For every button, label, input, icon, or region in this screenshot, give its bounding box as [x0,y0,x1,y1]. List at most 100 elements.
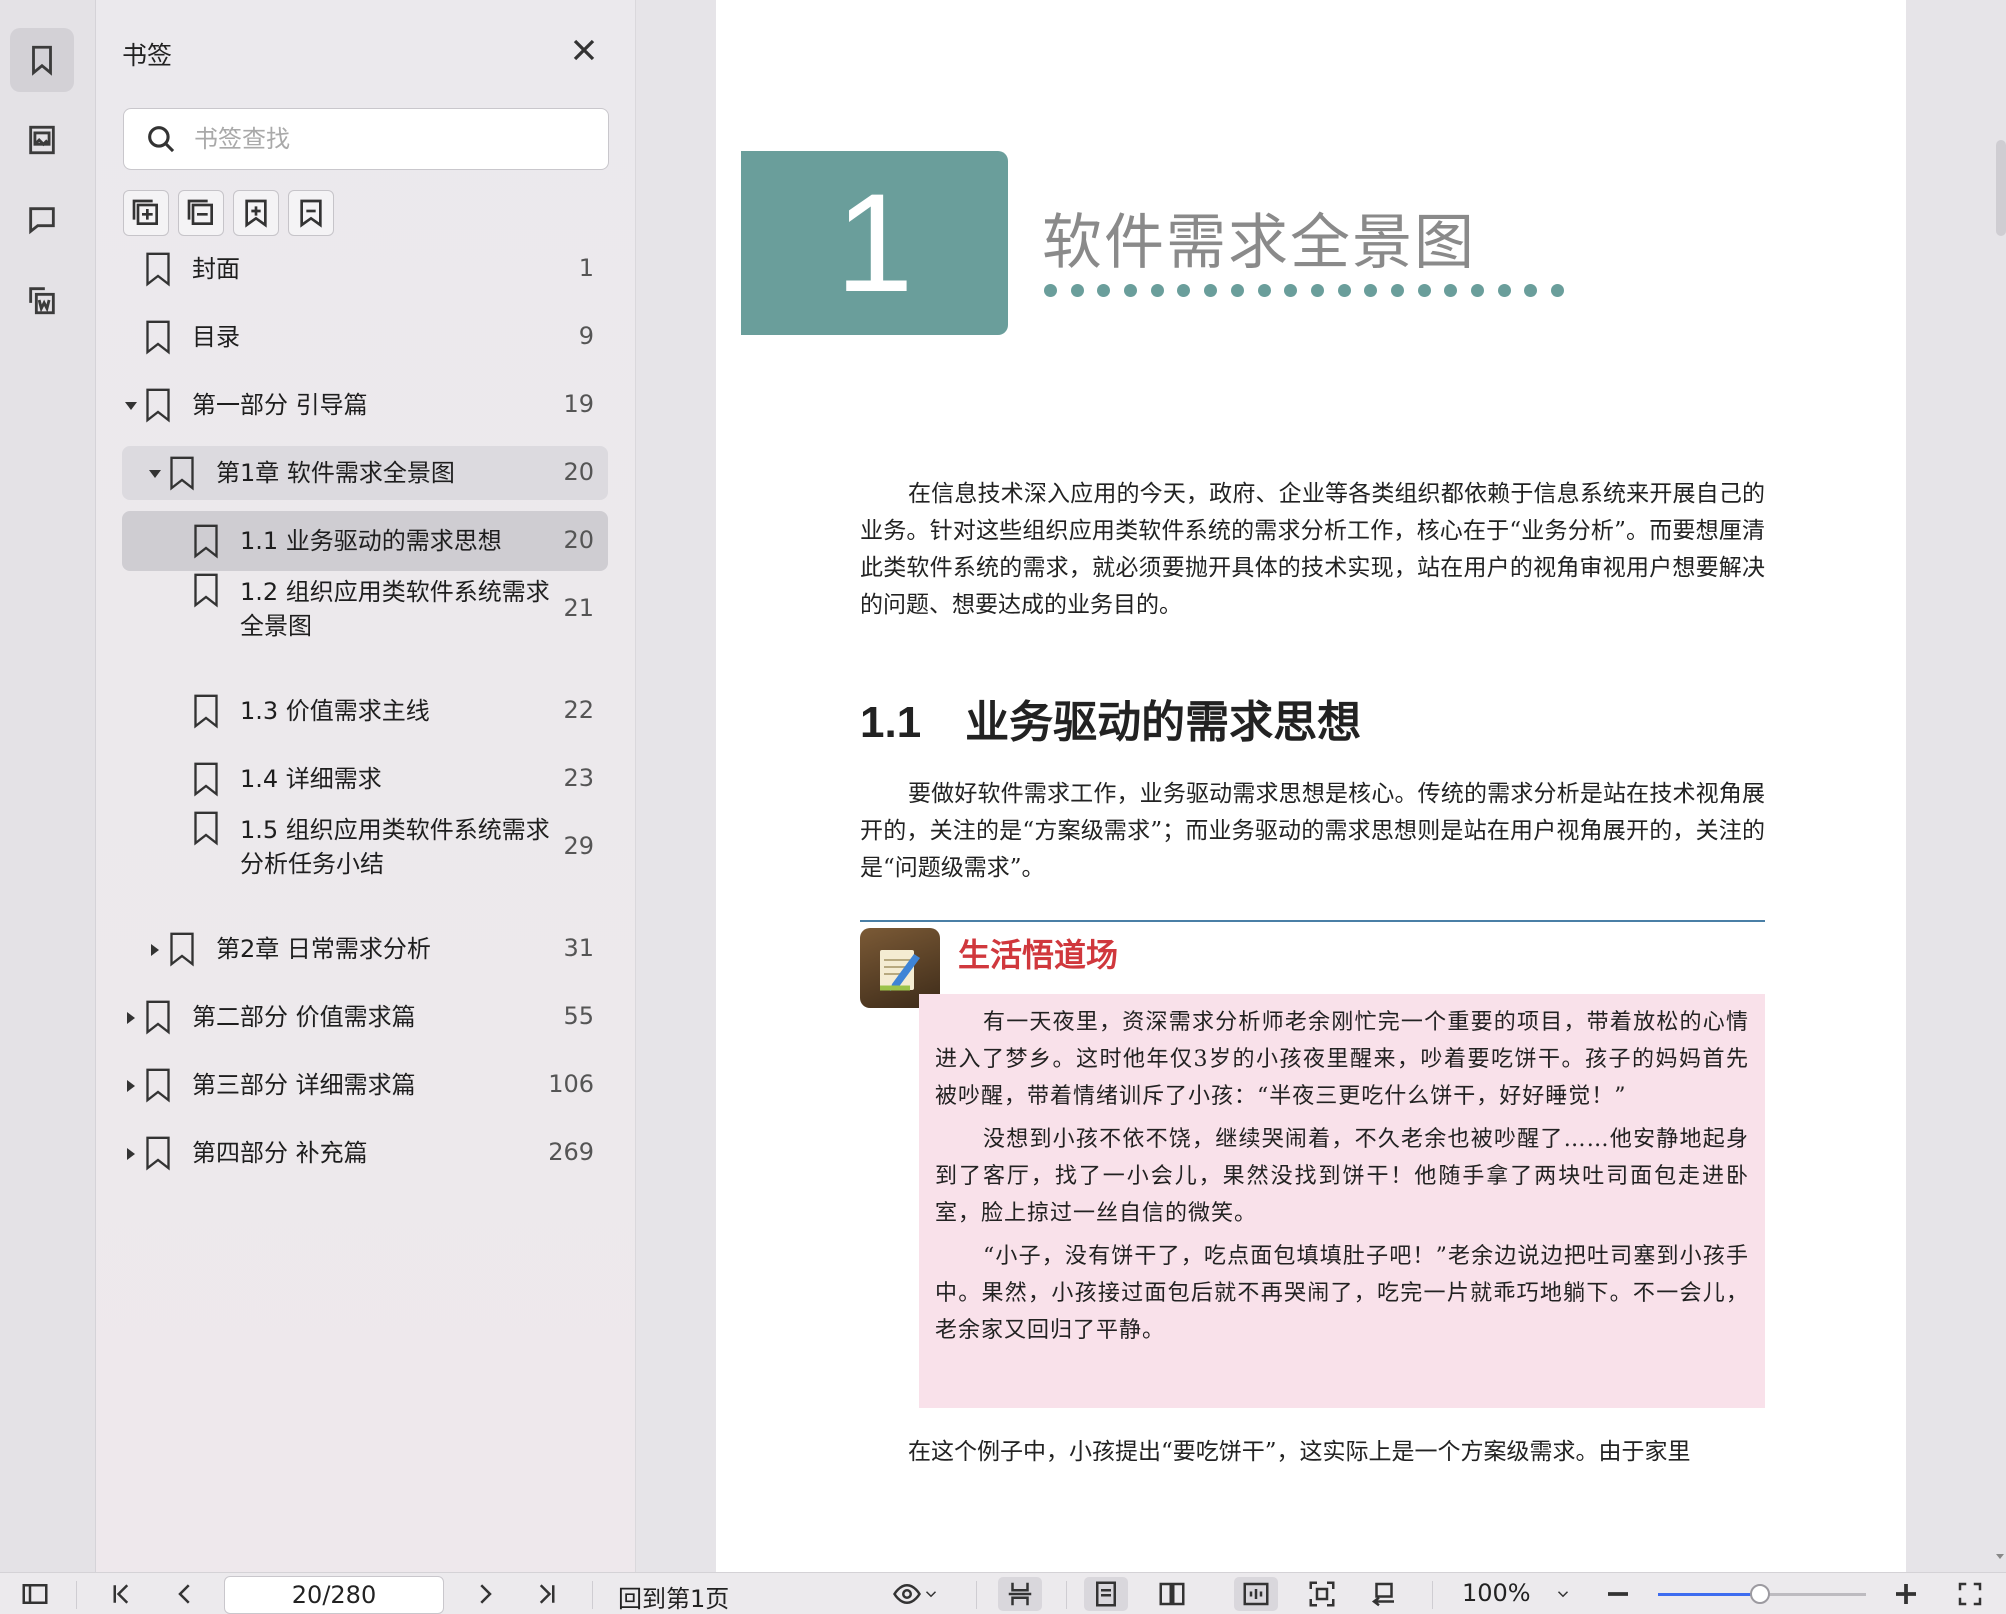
bookmark-icon [144,319,172,355]
dot [1310,284,1324,297]
bookmark-item[interactable]: 第二部分 价值需求篇 55 [122,990,608,1044]
close-panel-button[interactable] [566,32,602,68]
bookmark-label: 第一部分 引导篇 [192,391,368,419]
bookmark-page-number: 55 [563,1002,594,1030]
bookmark-item[interactable]: 第三部分 详细需求篇 106 [122,1058,608,1112]
dot [1524,284,1538,297]
collapse-all-button[interactable] [178,190,224,236]
chapter-dots-decoration [1044,284,1565,297]
first-page-button[interactable] [104,1577,138,1611]
caret-down-icon[interactable] [124,398,138,412]
next-page-button[interactable] [468,1577,502,1611]
caret-right-icon[interactable] [148,942,162,956]
search-icon [148,126,175,153]
dot [1204,284,1218,297]
separator [592,1581,593,1609]
caret-right-icon[interactable] [124,1146,138,1160]
prev-page-button[interactable] [168,1577,202,1611]
rotate-page-button[interactable] [1362,1577,1406,1611]
dot [1444,284,1458,297]
toggle-sidebar-button[interactable] [18,1577,52,1611]
bookmark-page-number: 19 [563,390,594,418]
bookmark-icon [192,572,220,608]
zoom-in-button[interactable] [1888,1577,1924,1611]
bookmark-item[interactable]: 第一部分 引导篇 19 [122,378,608,432]
bookmark-page-number: 269 [548,1138,594,1166]
single-page-button[interactable] [1084,1577,1128,1611]
continuous-scroll-button[interactable] [998,1577,1042,1611]
single-page-icon [1096,1581,1116,1607]
bookmark-search-input[interactable] [194,125,594,153]
double-page-button[interactable] [1150,1577,1194,1611]
last-page-button[interactable] [530,1577,564,1611]
bookmark-page-number: 106 [548,1070,594,1098]
minus-icon [1608,1592,1628,1596]
separator [76,1581,77,1609]
first-page-icon [113,1584,129,1604]
bookmark-icon [144,387,172,423]
page-number-input[interactable]: 20/280 [224,1576,444,1614]
bookmark-page-number: 1 [578,254,594,282]
convert-panel-button[interactable] [10,268,74,332]
box-title: 生活悟道场 [958,937,1119,973]
bookmark-item[interactable]: 第2章 日常需求分析 31 [122,922,608,976]
zoom-dropdown[interactable] [1548,1577,1578,1611]
bookmark-icon [192,761,220,797]
bookmark-page-number: 20 [563,458,594,486]
double-page-icon [1159,1582,1185,1606]
bookmark-item[interactable]: 目录 9 [122,310,608,364]
bookmark-search[interactable] [123,108,609,170]
bookmark-item[interactable]: 1.2 组织应用类软件系统需求 全景图 21 [122,566,608,652]
caret-right-icon[interactable] [124,1010,138,1024]
bookmark-label: 1.2 组织应用类软件系统需求 全景图 [240,578,550,640]
bookmark-page-number: 29 [563,832,594,860]
panel-title: 书签 [122,41,173,70]
add-bookmark-button[interactable] [233,190,279,236]
bookmark-item[interactable]: 1.4 详细需求 23 [122,752,608,806]
bookmark-icon [32,45,52,76]
bookmark-item[interactable]: 1.5 组织应用类软件系统需求 分析任务小结 29 [122,804,608,890]
fit-page-button[interactable] [1300,1577,1344,1611]
fit-width-button[interactable] [1234,1577,1278,1611]
bookmark-label: 目录 [192,323,240,351]
bookmark-panel-button[interactable] [10,28,74,92]
story-paragraph-2: 没想到小孩不依不饶，继续哭闹着，不久老余也被吵醒了……他安静地起身到了客厅，找了… [935,1127,1749,1226]
bookmark-item[interactable]: 封面 1 [122,242,608,296]
dot [1471,284,1484,297]
scroll-down-arrow[interactable] [1994,1548,2006,1562]
fullscreen-button[interactable] [1952,1577,1988,1611]
story-box: 有一天夜里，资深需求分析师老余刚忙完一个重要的项目，带着放松的心情进入了梦乡。这… [919,994,1765,1408]
back-to-first-page-link[interactable]: 回到第1页 [618,1579,729,1614]
zoom-slider-handle[interactable] [1749,1584,1770,1604]
icon-rail [0,0,96,1572]
bookmark-icon [144,1135,172,1171]
thumbnail-panel-button[interactable] [10,108,74,172]
dot [1097,284,1111,297]
eye-icon [893,1583,921,1605]
bookmark-item[interactable]: 1.1 业务驱动的需求思想 20 [122,511,608,571]
continuous-page-icon [1008,1582,1032,1606]
fit-width-icon [1243,1582,1269,1606]
bookmark-add-icon [245,199,267,228]
reading-mode-dropdown[interactable] [886,1577,946,1611]
zoom-level[interactable]: 100% [1462,1579,1531,1607]
dot [1284,284,1298,297]
bookmark-item[interactable]: 第1章 软件需求全景图 20 [122,446,608,500]
story-paragraph-3: “小子，没有饼干了，吃点面包填填肚子吧！”老余边说边把吐司塞到小孩手中。果然，小… [935,1244,1749,1343]
comment-icon [29,207,55,235]
document-page: 1 软件需求全景图 在信息技术深入应用的今天，政府、企业等各类组织都依赖于信息系… [716,0,1906,1572]
comment-panel-button[interactable] [10,188,74,252]
fit-page-icon [1309,1581,1335,1607]
section-paragraph: 要做好软件需求工作，业务驱动需求思想是核心。传统的需求分析是站在技术视角展开的，… [860,781,1765,881]
caret-down-icon[interactable] [148,466,162,480]
expand-all-button[interactable] [123,190,169,236]
bookmark-panel: 书签 封面1 目录9 第一部分 引导篇 19 第1章 软件需求全景图20 1.1 业务驱动… [96,0,636,1572]
remove-bookmark-button[interactable] [288,190,334,236]
zoom-out-button[interactable] [1600,1577,1636,1611]
bookmark-item[interactable]: 1.3 价值需求主线 22 [122,684,608,738]
bookmark-item[interactable]: 第四部分 补充篇 269 [122,1126,608,1180]
caret-right-icon[interactable] [124,1078,138,1092]
vertical-scrollbar-thumb[interactable] [1996,140,2006,236]
bookmark-icon [168,455,196,491]
dot [1177,284,1191,297]
